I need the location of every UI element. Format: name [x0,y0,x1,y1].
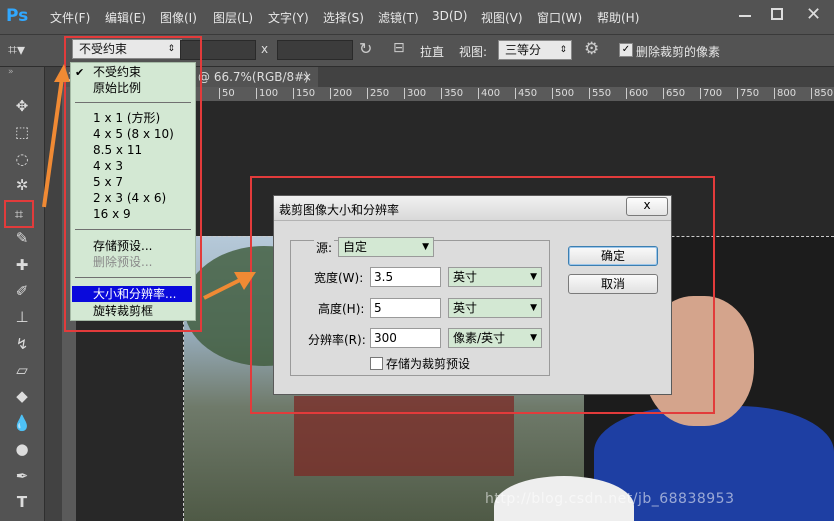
move-tool-icon[interactable]: ✥ [10,94,34,118]
magic-wand-tool-icon[interactable]: ✲ [10,173,34,197]
ruler-tick-label: 250 [367,88,389,99]
lasso-tool-icon[interactable]: ◌ [10,147,34,171]
annotation-arrow-right [203,272,256,300]
brush-tool-icon[interactable]: ✐ [10,279,34,303]
menu-filter[interactable]: 滤镜(T) [378,9,419,26]
close-window-icon[interactable]: ✕ [806,4,821,25]
menu-select[interactable]: 选择(S) [323,9,364,26]
ruler-tick-label: 200 [330,88,352,99]
ruler-tick-label: 800 [774,88,796,99]
view-label: 视图: [459,45,488,59]
delete-cropped-label: 删除裁剪的像素 [636,45,721,59]
delete-cropped-checkbox[interactable]: ✓ [619,43,633,57]
straighten-label[interactable]: 拉直 [420,43,444,60]
gear-icon[interactable]: ⚙ [584,39,599,59]
dodge-tool-icon[interactable]: ● [10,437,34,461]
eyedropper-tool-icon[interactable]: ✎ [10,226,34,250]
ruler-tick-label: 550 [589,88,611,99]
watermark-text: http://blog.csdn.net/jb_68838953 [485,491,735,507]
minimize-icon[interactable] [739,15,751,17]
close-tab-icon[interactable]: × [302,67,312,87]
menu-view[interactable]: 视图(V) [481,9,523,26]
annotation-box-dialog [250,176,715,414]
ruler-tick-label: 400 [478,88,500,99]
history-brush-tool-icon[interactable]: ↯ [10,332,34,356]
pen-tool-icon[interactable]: ✒ [10,464,34,488]
straighten-icon[interactable]: ⊟ [393,40,405,56]
top-ruler: 50 100 150 200 250 300 350 400 450 500 550 600 650 70… [183,87,834,101]
photoshop-logo: Ps [6,6,29,26]
menu-image[interactable]: 图像(I) [160,9,197,26]
menu-help[interactable]: 帮助(H) [597,9,639,26]
annotation-box-dropdown [64,36,202,332]
blur-tool-icon[interactable]: 💧 [10,411,34,435]
stamp-tool-icon[interactable]: ⊥ [10,305,34,329]
ruler-tick-label: 850 [811,88,833,99]
menu-file[interactable]: 文件(F) [50,9,90,26]
menu-edit[interactable]: 编辑(E) [105,9,146,26]
type-tool-icon[interactable]: T [10,490,34,514]
menu-window[interactable]: 窗口(W) [537,9,582,26]
menu-layer[interactable]: 图层(L) [213,9,253,26]
swap-icon[interactable]: ↻ [359,39,372,58]
ruler-tick-label: 50 [219,88,235,99]
ruler-tick-label: 650 [663,88,685,99]
menu-type[interactable]: 文字(Y) [268,9,309,26]
crop-tool-preset-icon[interactable]: ⌗▾ [8,39,44,61]
ruler-tick-label: 700 [700,88,722,99]
ruler-tick-label: 350 [441,88,463,99]
ruler-tick-label: 450 [515,88,537,99]
collapse-icon[interactable]: » [8,67,14,77]
paint-bucket-tool-icon[interactable]: ◆ [10,384,34,408]
ruler-tick-label: 500 [552,88,574,99]
ruler-tick-label: 750 [737,88,759,99]
document-tab-info: @ 66.7%(RGB/8#) [198,70,309,84]
ruler-tick-label: 600 [626,88,648,99]
maximize-icon[interactable] [771,8,783,20]
x-separator: x [261,42,269,56]
annotation-arrow-up [42,64,70,208]
menu-3d[interactable]: 3D(D) [432,9,467,23]
ruler-tick-label: 150 [293,88,315,99]
crop-tool-icon[interactable]: ⌗ [4,200,34,228]
chevron-updown-icon: ⇕ [559,45,567,55]
ruler-tick-label: 100 [256,88,278,99]
marquee-tool-icon[interactable]: ⬚ [10,120,34,144]
menu-bar: Ps 文件(F) 编辑(E) 图像(I) 图层(L) 文字(Y) 选择(S) 滤… [0,0,834,35]
ruler-tick-label: 300 [404,88,426,99]
healing-brush-tool-icon[interactable]: ✚ [10,253,34,277]
crop-height-field[interactable] [277,40,353,60]
eraser-tool-icon[interactable]: ▱ [10,358,34,382]
view-select[interactable]: 三等分 ⇕ [498,40,572,60]
view-select-value: 三等分 [505,43,542,57]
